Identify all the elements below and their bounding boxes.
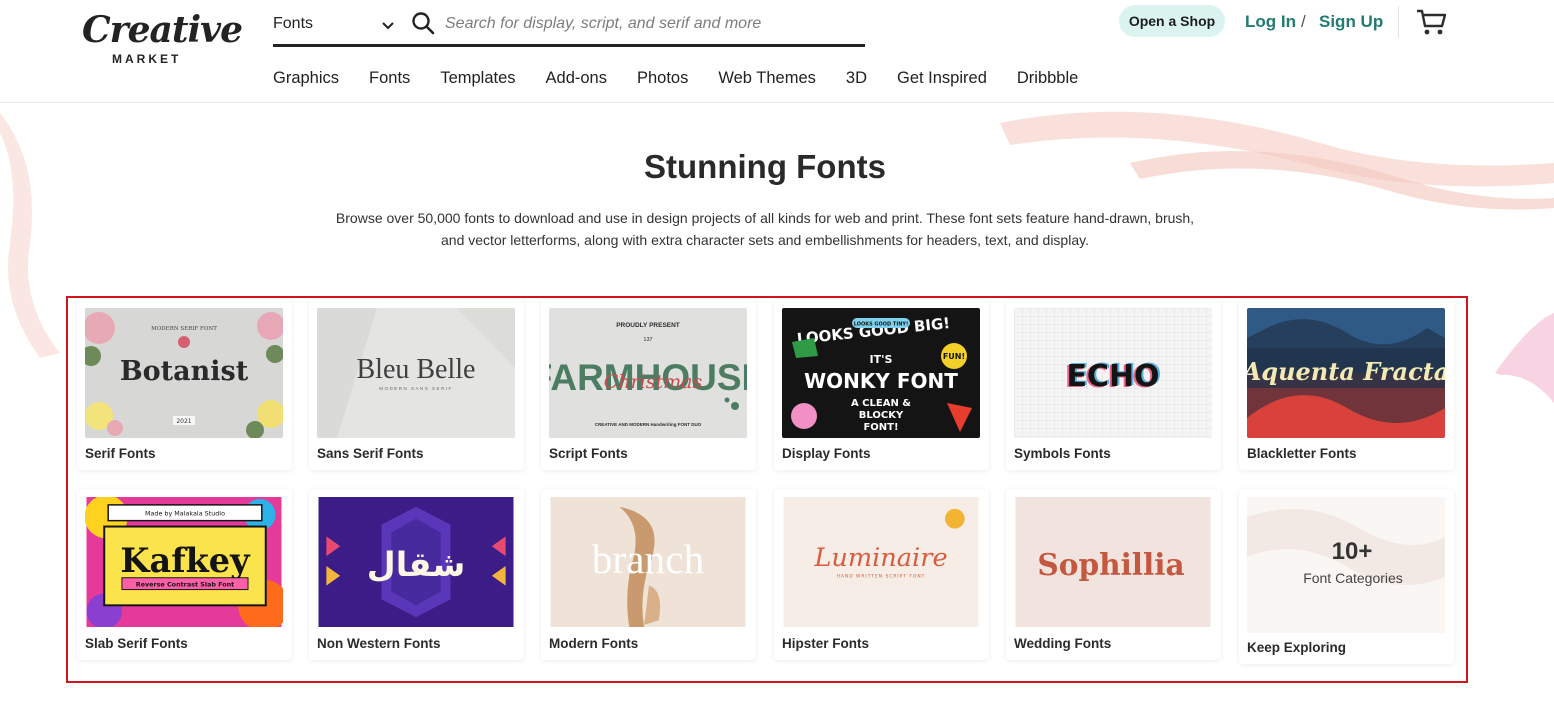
- sign-up-link[interactable]: Sign Up: [1319, 12, 1383, 32]
- search-category-select[interactable]: Fonts: [273, 15, 313, 33]
- category-thumbnail: Luminaire HAND WRITTEN SCRIPT FONT: [782, 497, 980, 627]
- svg-text:IT'S: IT'S: [870, 353, 893, 366]
- category-label[interactable]: Non Western Fonts: [317, 636, 441, 651]
- category-card-slab-serif[interactable]: Made by Malakala Studio Kafkey Reverse C…: [77, 489, 292, 660]
- category-label[interactable]: Wedding Fonts: [1014, 636, 1111, 651]
- category-card-script[interactable]: PROUDLY PRESENT 137 FARMHOUSE Christmas …: [541, 300, 756, 470]
- svg-text:Reverse Contrast Slab Font: Reverse Contrast Slab Font: [136, 581, 235, 589]
- site-header: Creative MARKET Fonts Open a Shop Log In…: [0, 0, 1554, 103]
- logo-wordmark: Creative: [82, 9, 243, 51]
- svg-text:Aquenta Fracta: Aquenta Fracta: [1247, 357, 1445, 386]
- category-label[interactable]: Symbols Fonts: [1014, 446, 1111, 461]
- nav-item-fonts[interactable]: Fonts: [369, 69, 410, 88]
- page-description: Browse over 50,000 fonts to download and…: [335, 210, 1195, 248]
- category-card-wedding[interactable]: Sophillia Wedding Fonts: [1006, 489, 1221, 660]
- search-icon[interactable]: [411, 11, 435, 35]
- category-label[interactable]: Script Fonts: [549, 446, 628, 461]
- svg-text:شقال: شقال: [367, 545, 466, 584]
- svg-text:branch: branch: [592, 536, 705, 582]
- nav-item-web-themes[interactable]: Web Themes: [718, 69, 816, 88]
- svg-text:BLOCKY: BLOCKY: [859, 410, 904, 421]
- svg-text:Luminaire: Luminaire: [813, 543, 947, 573]
- open-a-shop-button[interactable]: Open a Shop: [1119, 5, 1225, 37]
- category-card-non-western[interactable]: شقال Non Western Fonts: [309, 489, 524, 660]
- svg-text:MODERN SERIF FONT: MODERN SERIF FONT: [151, 326, 217, 332]
- page-title: Stunning Fonts: [644, 148, 886, 185]
- nav-item-3d[interactable]: 3D: [846, 69, 867, 88]
- category-label[interactable]: Display Fonts: [782, 446, 871, 461]
- category-label[interactable]: Modern Fonts: [549, 636, 638, 651]
- category-thumbnail: Bleu Belle MODERN SANS SERIF: [317, 308, 515, 438]
- svg-text:Christmas: Christmas: [604, 371, 703, 393]
- category-thumbnail: MODERN SERIF FONT Botanist 2021: [85, 308, 283, 438]
- nav-item-dribbble[interactable]: Dribbble: [1017, 69, 1078, 88]
- svg-text:Font Categories: Font Categories: [1303, 570, 1403, 586]
- svg-text:137: 137: [643, 337, 652, 343]
- main-nav: Graphics Fonts Templates Add-ons Photos …: [273, 69, 1108, 88]
- svg-text:LOOKS GOOD TINY!: LOOKS GOOD TINY!: [854, 322, 909, 328]
- category-thumbnail: LOOKS GOOD BIG! LOOKS GOOD TINY! FUN! IT…: [782, 308, 980, 438]
- category-label[interactable]: Slab Serif Fonts: [85, 636, 188, 651]
- svg-text:CREATIVE AND MODERN Handwritin: CREATIVE AND MODERN Handwriting FONT DUO: [595, 422, 702, 427]
- category-label[interactable]: Hipster Fonts: [782, 636, 869, 651]
- cart-icon[interactable]: [1416, 8, 1448, 36]
- category-card-keep-exploring[interactable]: 10+ Font Categories Keep Exploring: [1239, 489, 1454, 664]
- svg-text:Bleu Belle: Bleu Belle: [357, 354, 476, 385]
- category-thumbnail: ECHO ECHO ECHO: [1014, 308, 1212, 438]
- category-card-serif[interactable]: MODERN SERIF FONT Botanist 2021 Serif Fo…: [77, 300, 292, 470]
- svg-text:10+: 10+: [1332, 538, 1373, 565]
- svg-text:FUN!: FUN!: [943, 352, 965, 361]
- svg-text:A CLEAN &: A CLEAN &: [851, 398, 911, 409]
- svg-text:2021: 2021: [176, 418, 191, 425]
- nav-item-add-ons[interactable]: Add-ons: [546, 69, 607, 88]
- search-input[interactable]: [445, 9, 855, 39]
- nav-item-graphics[interactable]: Graphics: [273, 69, 339, 88]
- logo-subtitle: MARKET: [112, 52, 182, 66]
- creative-market-logo[interactable]: Creative MARKET: [82, 9, 243, 66]
- category-thumbnail: Aquenta Fracta: [1247, 308, 1445, 438]
- nav-item-photos[interactable]: Photos: [637, 69, 688, 88]
- svg-text:WONKY FONT: WONKY FONT: [804, 369, 958, 393]
- category-card-modern[interactable]: branch Modern Fonts: [541, 489, 756, 660]
- svg-text:PROUDLY PRESENT: PROUDLY PRESENT: [616, 322, 680, 329]
- category-label[interactable]: Keep Exploring: [1247, 640, 1346, 655]
- category-thumbnail: branch: [549, 497, 747, 627]
- svg-text:Kafkey: Kafkey: [120, 541, 251, 580]
- category-card-blackletter[interactable]: Aquenta Fracta Blackletter Fonts: [1239, 300, 1454, 470]
- category-thumbnail: PROUDLY PRESENT 137 FARMHOUSE Christmas …: [549, 308, 747, 438]
- category-card-display[interactable]: LOOKS GOOD BIG! LOOKS GOOD TINY! FUN! IT…: [774, 300, 989, 470]
- category-card-sans-serif[interactable]: Bleu Belle MODERN SANS SERIF Sans Serif …: [309, 300, 524, 470]
- svg-text:FONT!: FONT!: [863, 422, 898, 433]
- chevron-down-icon[interactable]: [381, 19, 395, 33]
- category-card-hipster[interactable]: Luminaire HAND WRITTEN SCRIPT FONT Hipst…: [774, 489, 989, 660]
- auth-separator: /: [1301, 12, 1306, 31]
- category-card-symbols[interactable]: ECHO ECHO ECHO Symbols Fonts: [1006, 300, 1221, 470]
- category-thumbnail: شقال: [317, 497, 515, 627]
- svg-text:Made by Malakala Studio: Made by Malakala Studio: [145, 510, 225, 518]
- search-bar: Fonts: [273, 6, 865, 47]
- svg-text:Botanist: Botanist: [120, 356, 249, 387]
- log-in-link[interactable]: Log In: [1245, 12, 1296, 32]
- category-thumbnail: Made by Malakala Studio Kafkey Reverse C…: [85, 497, 283, 627]
- category-label[interactable]: Serif Fonts: [85, 446, 156, 461]
- nav-item-templates[interactable]: Templates: [440, 69, 515, 88]
- header-divider: [1398, 6, 1399, 38]
- category-thumbnail: 10+ Font Categories: [1247, 497, 1445, 633]
- nav-item-get-inspired[interactable]: Get Inspired: [897, 69, 987, 88]
- svg-text:Sophillia: Sophillia: [1037, 547, 1184, 582]
- category-label[interactable]: Blackletter Fonts: [1247, 446, 1357, 461]
- svg-text:ECHO: ECHO: [1066, 359, 1159, 394]
- svg-text:MODERN SANS SERIF: MODERN SANS SERIF: [379, 386, 453, 391]
- svg-text:HAND WRITTEN SCRIPT FONT: HAND WRITTEN SCRIPT FONT: [837, 574, 926, 580]
- category-label[interactable]: Sans Serif Fonts: [317, 446, 424, 461]
- category-thumbnail: Sophillia: [1014, 497, 1212, 627]
